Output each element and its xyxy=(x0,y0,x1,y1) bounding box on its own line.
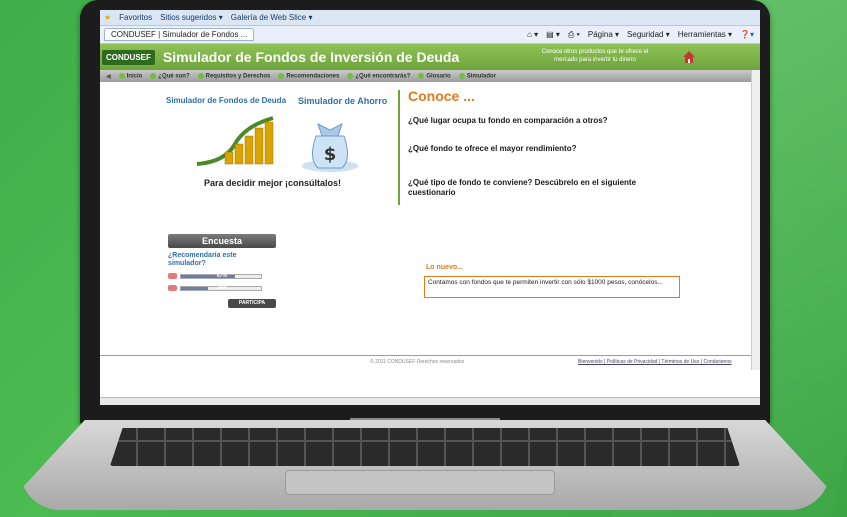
poll-question: ¿Recomendaría este simulador? xyxy=(168,252,237,267)
suggested-sites-link[interactable]: Sitios sugeridos ▾ xyxy=(160,13,223,22)
footer-links[interactable]: Bienvenido | Políticas de Privacidad | T… xyxy=(578,359,732,365)
site-nav: ◀ Inicio ¿Qué son? Requisitos y Derechos… xyxy=(100,70,760,82)
coins-growth-icon[interactable] xyxy=(195,114,275,169)
horizontal-scrollbar[interactable] xyxy=(100,397,760,405)
thumbs-up-icon xyxy=(168,273,177,279)
nav-item-que-encontraras[interactable]: ¿Qué encontrarás? xyxy=(347,72,410,79)
svg-text:$: $ xyxy=(324,144,337,165)
poll-option-yes[interactable]: 67% xyxy=(168,273,262,279)
vertical-scrollbar[interactable] xyxy=(751,70,760,370)
nav-item-simulador[interactable]: Simulador xyxy=(458,72,496,79)
print-tool-icon[interactable]: ⎙ ▾ xyxy=(568,30,580,40)
security-menu[interactable]: Seguridad ▾ xyxy=(627,30,670,40)
feeds-tool-icon[interactable]: ▤ ▾ xyxy=(546,30,560,40)
nav-back-icon[interactable]: ◀ xyxy=(106,73,111,80)
simulator-links: Simulador de Fondos de Deuda Simulador d… xyxy=(166,96,387,106)
question-link-1[interactable]: ¿Qué lugar ocupa tu fondo en comparación… xyxy=(408,116,668,126)
nav-item-requisitos[interactable]: Requisitos y Derechos xyxy=(197,72,270,79)
site-header: CONDUSEF Simulador de Fondos de Inversió… xyxy=(100,44,760,70)
question-link-2[interactable]: ¿Qué fondo te ofrece el mayor rendimient… xyxy=(408,144,668,154)
web-slice-link[interactable]: Galería de Web Slice ▾ xyxy=(231,13,313,22)
news-box[interactable]: Contamos con fondos que te permiten inve… xyxy=(424,276,680,298)
browser-screen: ★ Favoritos Sitios sugeridos ▾ Galería d… xyxy=(100,10,760,405)
nav-item-recomendaciones[interactable]: Recomendaciones xyxy=(278,72,339,79)
poll-yes-pct: 67% xyxy=(217,272,228,279)
site-title: Simulador de Fondos de Inversión de Deud… xyxy=(162,49,460,65)
thumbs-down-icon xyxy=(168,285,177,291)
page-menu[interactable]: Página ▾ xyxy=(588,30,619,40)
header-note[interactable]: Conoce otros productos que te ofrece el … xyxy=(540,48,650,64)
sim-deuda-link[interactable]: Simulador de Fondos de Deuda xyxy=(166,96,286,106)
participa-button[interactable]: PARTICIPA xyxy=(228,299,276,308)
nav-item-glosario[interactable]: Glosario xyxy=(418,72,451,79)
tab-bar: CONDUSEF | Simulador de Fondos ... ⌂ ▾ ▤… xyxy=(100,26,760,44)
main-content: Simulador de Fondos de Deuda Simulador d… xyxy=(100,82,760,382)
laptop-keyboard xyxy=(110,428,740,466)
poll-option-no[interactable]: 34% xyxy=(168,285,262,291)
decide-text: Para decidir mejor ¡consúltalos! xyxy=(204,178,342,188)
vertical-divider xyxy=(398,90,400,205)
conoce-heading: Conoce ... xyxy=(408,88,475,104)
laptop-trackpad xyxy=(285,470,555,495)
nav-item-inicio[interactable]: Inicio xyxy=(118,72,142,79)
news-label: Lo nuevo... xyxy=(426,264,463,271)
favorites-button[interactable]: Favoritos xyxy=(119,13,152,22)
money-bag-icon[interactable]: $ xyxy=(298,114,363,174)
poll-bar-yes: 67% xyxy=(180,272,262,279)
toolbar-menu: ⌂ ▾ ▤ ▾ ⎙ ▾ Página ▾ Seguridad ▾ Herrami… xyxy=(527,30,760,40)
footer-copyright: © 2011 CONDUSEF Derechos reservados xyxy=(370,359,465,365)
browser-tab[interactable]: CONDUSEF | Simulador de Fondos ... xyxy=(104,28,255,41)
condusef-logo[interactable]: CONDUSEF xyxy=(102,49,155,65)
tools-menu[interactable]: Herramientas ▾ xyxy=(678,30,732,40)
question-link-3[interactable]: ¿Qué tipo de fondo te conviene? Descúbre… xyxy=(408,178,668,198)
home-tool-icon[interactable]: ⌂ ▾ xyxy=(527,30,538,40)
poll-no-pct: 34% xyxy=(217,284,228,291)
home-icon[interactable] xyxy=(682,50,696,64)
nav-item-que-son[interactable]: ¿Qué son? xyxy=(150,72,190,79)
favorites-bar: ★ Favoritos Sitios sugeridos ▾ Galería d… xyxy=(100,10,760,26)
poll-bar-no: 34% xyxy=(180,284,262,291)
sim-ahorro-link[interactable]: Simulador de Ahorro xyxy=(298,96,387,106)
encuesta-button[interactable]: Encuesta xyxy=(168,234,276,248)
footer-divider xyxy=(100,355,752,356)
favorites-star-icon: ★ xyxy=(104,13,112,22)
help-icon[interactable]: ❓▾ xyxy=(740,30,754,40)
